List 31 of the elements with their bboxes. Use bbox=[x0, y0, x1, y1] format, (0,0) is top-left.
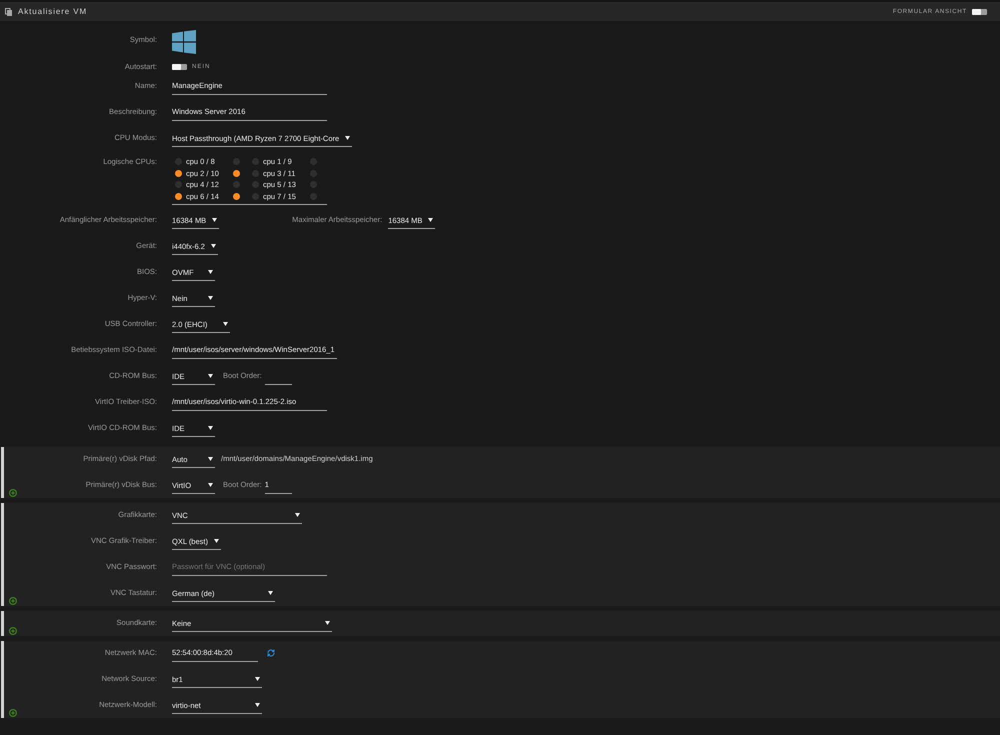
caret-icon bbox=[255, 703, 260, 707]
caret-icon bbox=[223, 322, 228, 326]
toggle-switch[interactable] bbox=[972, 8, 987, 14]
caret-icon bbox=[428, 218, 434, 222]
cpu-checkbox[interactable] bbox=[233, 170, 240, 177]
caret-icon bbox=[208, 270, 213, 274]
caret-icon bbox=[345, 136, 350, 140]
caret-icon bbox=[210, 244, 216, 248]
cpu-checkbox[interactable] bbox=[233, 192, 240, 200]
add-icon[interactable] bbox=[9, 597, 17, 605]
caret-icon bbox=[295, 513, 300, 517]
add-icon[interactable] bbox=[9, 709, 17, 717]
caret-icon bbox=[208, 374, 213, 378]
add-icon[interactable] bbox=[9, 627, 17, 635]
caret-icon bbox=[325, 621, 330, 625]
four-pane-logo-icon bbox=[172, 30, 196, 54]
window-title: Aktualisiere VM bbox=[18, 7, 88, 16]
refresh-icon[interactable] bbox=[267, 649, 275, 657]
caret-icon bbox=[208, 426, 213, 430]
caret-icon bbox=[268, 591, 273, 595]
caret-icon bbox=[212, 218, 218, 222]
caret-icon bbox=[255, 677, 260, 681]
caret-icon bbox=[208, 483, 213, 487]
toggle-switch[interactable] bbox=[172, 64, 187, 70]
caret-icon bbox=[214, 539, 219, 543]
add-icon[interactable] bbox=[9, 489, 17, 497]
caret-icon bbox=[208, 457, 213, 461]
pages-icon bbox=[5, 8, 12, 16]
caret-icon bbox=[208, 296, 213, 300]
cpu-checkbox[interactable] bbox=[175, 170, 182, 177]
cpu-checkbox[interactable] bbox=[175, 192, 182, 200]
